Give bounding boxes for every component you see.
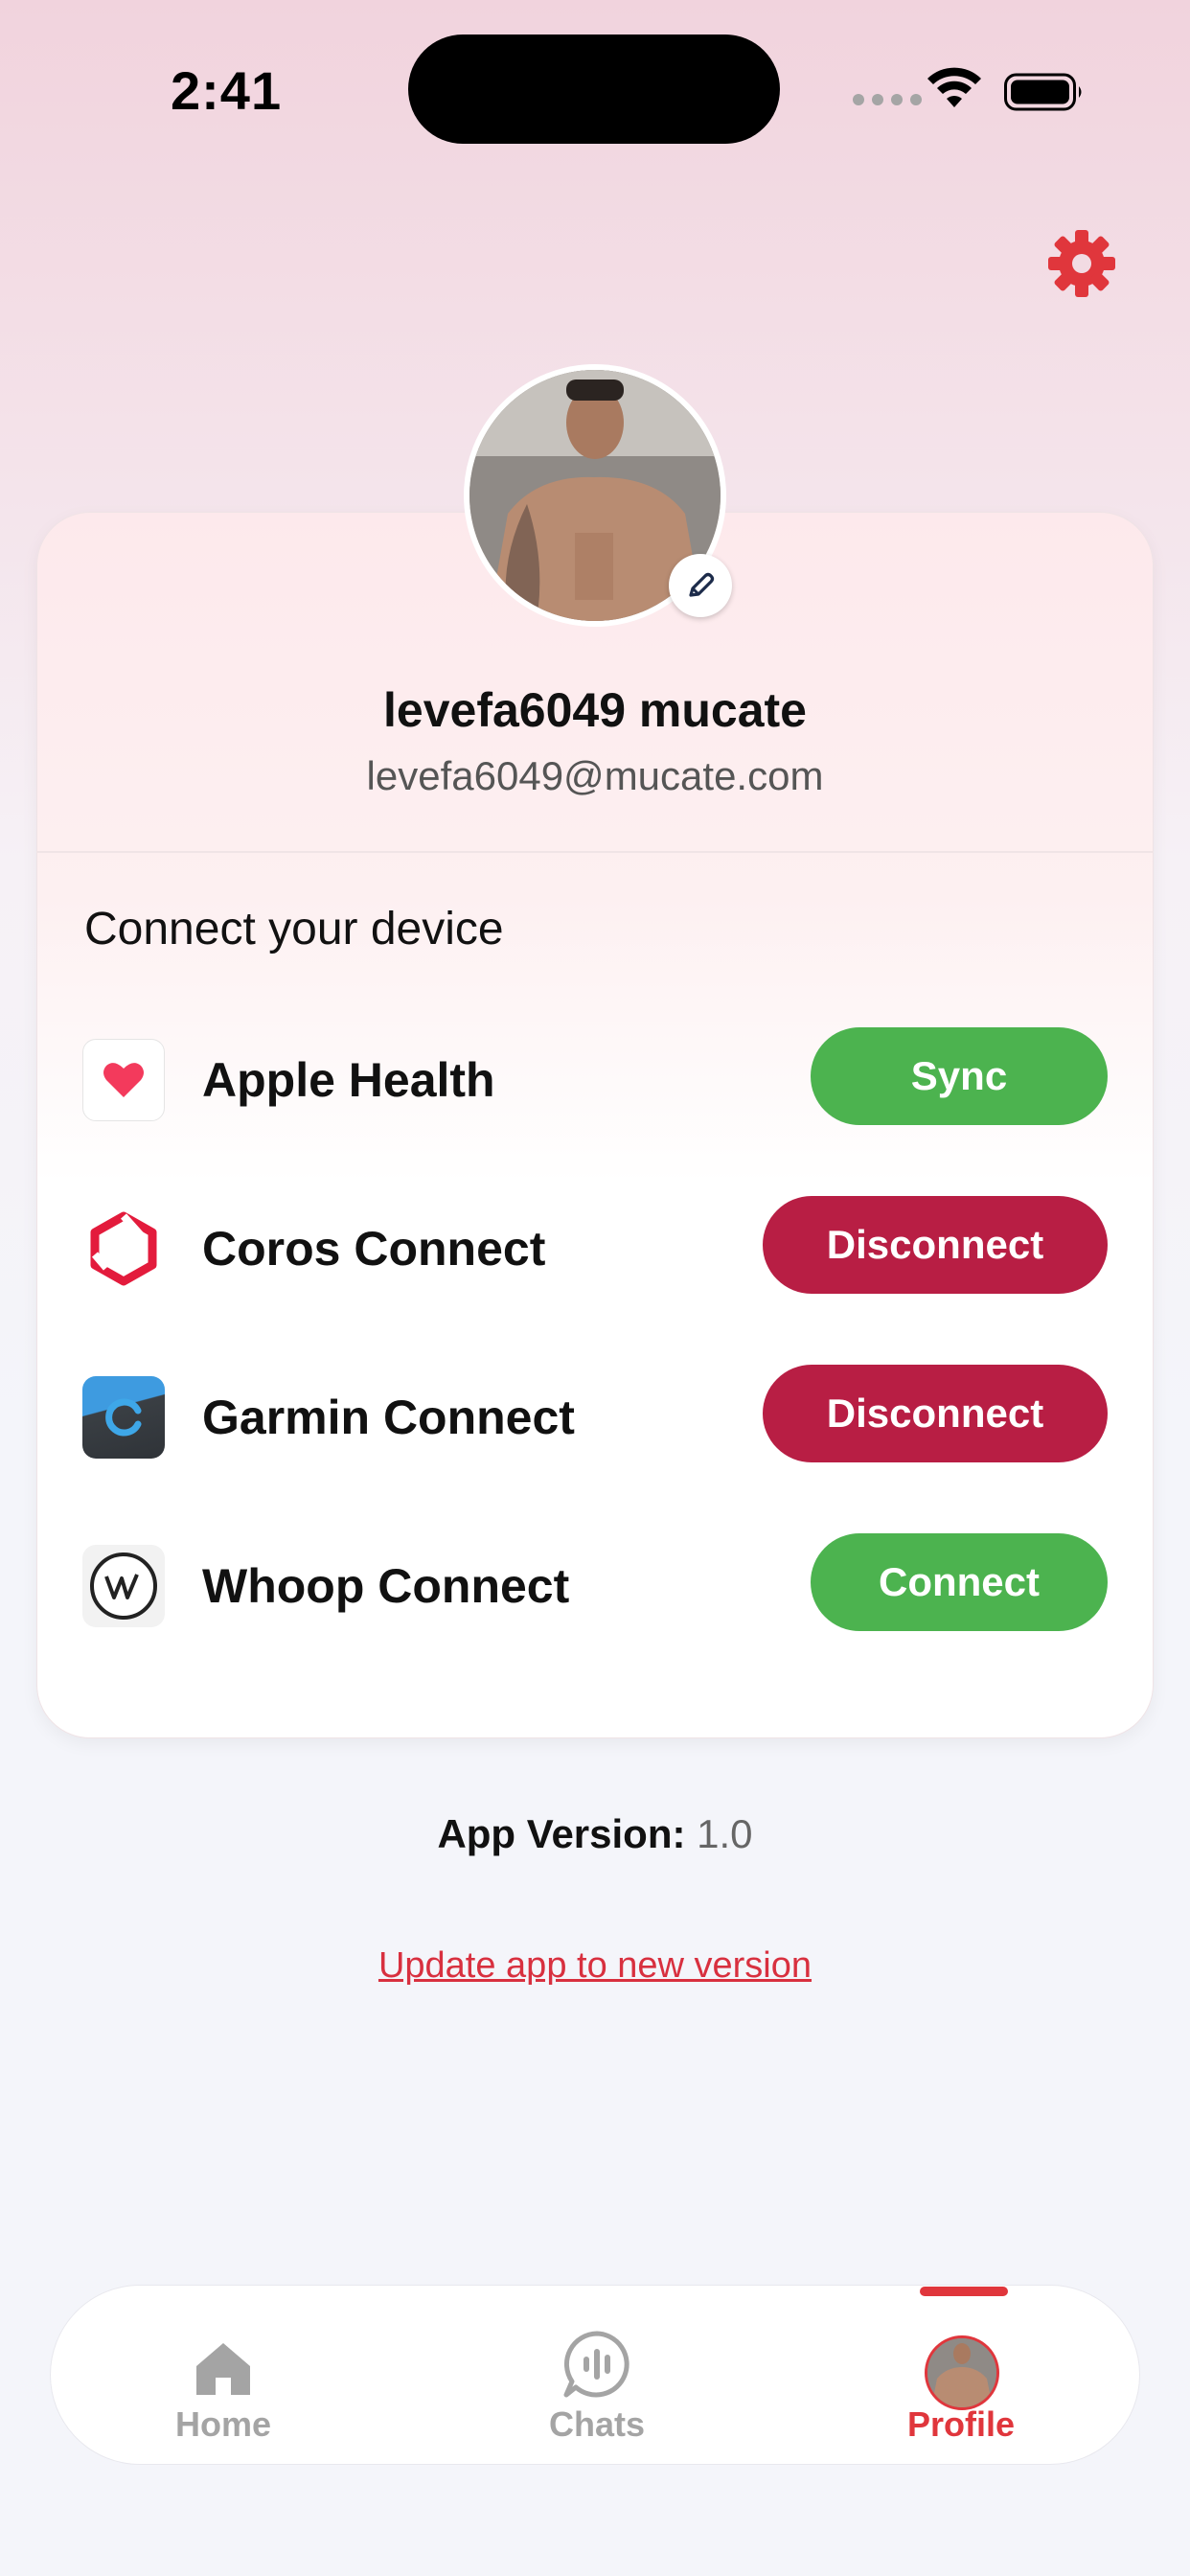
device-row-coros: Coros Connect Disconnect xyxy=(82,1196,1108,1298)
apple-health-icon xyxy=(82,1039,165,1121)
user-email: levefa6049@mucate.com xyxy=(366,753,824,798)
garmin-icon xyxy=(82,1376,165,1459)
battery-icon xyxy=(1004,73,1082,111)
app-version-value: 1.0 xyxy=(697,1811,753,1856)
device-name: Apple Health xyxy=(202,1053,495,1107)
device-row-garmin: Garmin Connect Disconnect xyxy=(82,1365,1108,1466)
avatar xyxy=(925,2335,999,2410)
app-version: App Version: 1.0 xyxy=(0,1811,1190,1857)
chat-icon xyxy=(563,2331,629,2398)
device-name: Garmin Connect xyxy=(202,1391,575,1444)
tab-chats[interactable]: Chats xyxy=(482,2286,712,2466)
tab-home[interactable]: Home xyxy=(108,2286,338,2466)
edit-avatar-button[interactable] xyxy=(669,554,732,617)
disconnect-garmin-button[interactable]: Disconnect xyxy=(763,1365,1108,1462)
active-tab-indicator xyxy=(920,2287,1008,2296)
disconnect-coros-button[interactable]: Disconnect xyxy=(763,1196,1108,1294)
wifi-icon xyxy=(927,67,981,107)
update-app-link[interactable]: Update app to new version xyxy=(0,1945,1190,1987)
whoop-icon xyxy=(82,1545,165,1627)
user-name: levefa6049 mucate xyxy=(383,683,807,737)
section-title: Connect your device xyxy=(84,904,504,954)
device-row-whoop: Whoop Connect Connect xyxy=(82,1533,1108,1635)
cellular-signal-icon xyxy=(853,94,922,105)
app-version-label: App Version: xyxy=(437,1811,686,1856)
bottom-tab-bar: Home Chats Profile xyxy=(50,2285,1140,2465)
tab-label-active: Profile xyxy=(906,2404,1016,2444)
profile-avatar[interactable] xyxy=(464,364,732,627)
sync-button[interactable]: Sync xyxy=(811,1027,1108,1125)
coros-icon xyxy=(82,1208,165,1290)
dynamic-island xyxy=(408,34,780,144)
connect-whoop-button[interactable]: Connect xyxy=(811,1533,1108,1631)
pencil-icon xyxy=(689,572,715,597)
tab-profile[interactable]: Profile xyxy=(846,2286,1076,2466)
settings-gear-icon[interactable] xyxy=(1048,230,1115,297)
tab-label: Home xyxy=(174,2404,272,2444)
divider xyxy=(36,851,1154,853)
device-name: Coros Connect xyxy=(202,1222,546,1276)
device-row-apple-health: Apple Health Sync xyxy=(82,1027,1108,1129)
home-icon xyxy=(196,2343,250,2395)
device-name: Whoop Connect xyxy=(202,1559,570,1613)
status-time: 2:41 xyxy=(171,60,283,121)
tab-label: Chats xyxy=(548,2404,646,2444)
